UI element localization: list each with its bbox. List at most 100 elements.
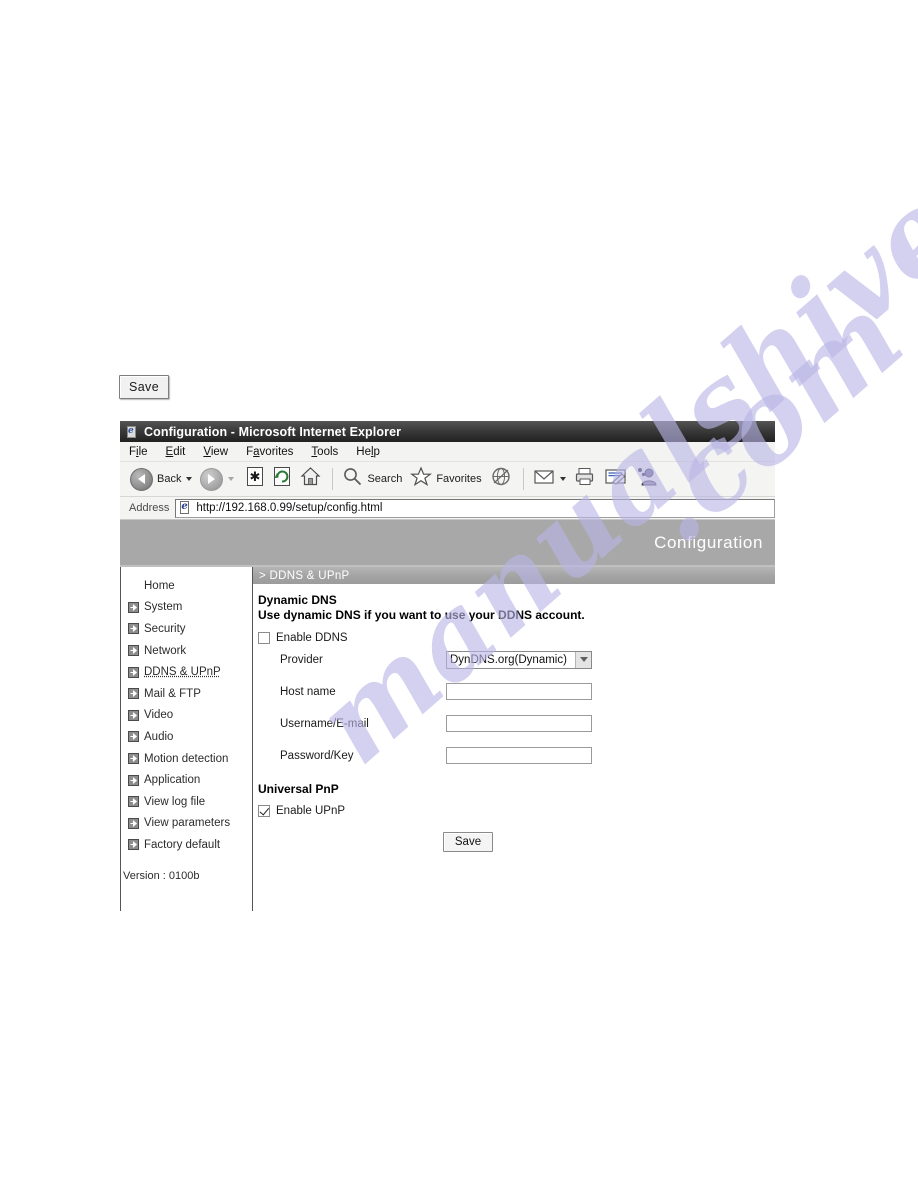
form-save-button-label: Save — [454, 836, 482, 848]
provider-select-value: DynDNS.org(Dynamic) — [450, 653, 567, 666]
enable-upnp-checkbox[interactable] — [258, 805, 270, 817]
printer-icon — [574, 466, 596, 492]
web-page-content: Configuration Home System Security Netwo… — [120, 520, 775, 932]
sidebar-item-label: Video — [144, 709, 174, 722]
refresh-button[interactable] — [270, 465, 295, 493]
home-button[interactable] — [297, 465, 324, 493]
sidebar-item-mail-ftp[interactable]: Mail & FTP — [121, 683, 252, 705]
forward-button[interactable] — [197, 465, 241, 493]
menu-item-tools[interactable]: Tools — [311, 446, 338, 458]
password-key-input[interactable] — [446, 747, 592, 764]
history-button[interactable] — [487, 465, 515, 493]
username-email-label: Username/E-mail — [280, 717, 369, 730]
edit-page-icon — [604, 466, 628, 492]
arrow-right-icon — [128, 645, 139, 657]
sidebar-item-view-parameters[interactable]: View parameters — [121, 813, 252, 835]
sidebar-item-security[interactable]: Security — [121, 618, 252, 640]
sidebar-item-label: Audio — [144, 730, 174, 743]
enable-ddns-label: Enable DDNS — [276, 631, 348, 644]
host-name-label: Host name — [280, 685, 336, 698]
password-key-row: Password/Key — [258, 740, 775, 772]
chevron-down-icon-mail[interactable] — [559, 477, 566, 481]
menu-item-favorites[interactable]: Favorites — [246, 446, 293, 458]
host-name-row: Host name — [258, 676, 775, 708]
sidebar-item-motion-detection[interactable]: Motion detection — [121, 748, 252, 770]
chevron-down-icon[interactable] — [575, 651, 591, 668]
enable-ddns-checkbox[interactable] — [258, 631, 270, 644]
sidebar-item-label: View log file — [144, 795, 206, 808]
menu-bar: File Edit View Favorites Tools Help — [120, 442, 775, 462]
search-button[interactable]: Search — [339, 465, 405, 493]
sidebar-navigation: Home System Security Network DDNS & UPnP — [120, 567, 253, 911]
ddns-upnp-form: Dynamic DNS Use dynamic DNS if you want … — [253, 584, 775, 817]
mail-icon — [533, 466, 555, 492]
sidebar-item-label: Home — [144, 579, 175, 592]
address-bar: Address e http://192.168.0.99/setup/conf… — [120, 497, 775, 520]
arrow-right-icon — [128, 623, 139, 635]
address-label: Address — [129, 502, 170, 514]
arrow-right-icon — [128, 817, 139, 829]
page-save-button[interactable]: Save — [119, 375, 169, 399]
arrow-right-icon — [128, 688, 139, 700]
provider-select[interactable]: DynDNS.org(Dynamic) — [446, 650, 592, 669]
sidebar-item-view-log-file[interactable]: View log file — [121, 791, 252, 813]
stop-button[interactable]: ✱ — [243, 465, 268, 493]
enable-ddns-row[interactable]: Enable DDNS — [258, 631, 775, 644]
mail-button[interactable] — [530, 465, 569, 493]
sidebar-item-label: Network — [144, 644, 187, 657]
print-button[interactable] — [571, 465, 599, 493]
menu-item-edit[interactable]: Edit — [166, 446, 186, 458]
favorites-button[interactable]: Favorites — [407, 465, 484, 493]
dynamic-dns-description: Use dynamic DNS if you want to use your … — [258, 607, 585, 622]
messenger-button[interactable] — [633, 465, 662, 493]
arrow-right-icon — [128, 731, 139, 743]
back-arrow-icon — [130, 467, 153, 491]
sidebar-item-audio[interactable]: Audio — [121, 726, 252, 748]
sidebar-item-label: Application — [144, 774, 201, 787]
sidebar-item-home[interactable]: Home — [121, 575, 252, 597]
search-icon — [342, 466, 363, 492]
arrow-right-icon — [128, 774, 139, 786]
host-name-input[interactable] — [446, 683, 592, 700]
sidebar-item-system[interactable]: System — [121, 597, 252, 619]
provider-row: Provider DynDNS.org(Dynamic) — [258, 644, 775, 676]
password-key-label: Password/Key — [280, 749, 354, 762]
arrow-right-icon — [128, 839, 139, 851]
address-input[interactable]: e http://192.168.0.99/setup/config.html — [175, 498, 775, 518]
sidebar-item-label: System — [144, 601, 183, 614]
sidebar-item-video[interactable]: Video — [121, 705, 252, 727]
star-icon — [410, 466, 433, 492]
page-title: Configuration — [654, 532, 763, 552]
messenger-person-icon — [636, 466, 659, 492]
sidebar-item-application[interactable]: Application — [121, 769, 252, 791]
arrow-right-icon — [128, 601, 139, 613]
sidebar-item-label: Factory default — [144, 838, 221, 851]
window-title: Configuration - Microsoft Internet Explo… — [144, 424, 402, 439]
sidebar-item-factory-default[interactable]: Factory default — [121, 834, 252, 856]
back-button[interactable]: Back — [127, 465, 195, 493]
arrow-right-icon — [128, 709, 139, 721]
forward-arrow-icon — [200, 467, 224, 491]
main-panel: > DDNS & UPnP Dynamic DNS Use dynamic DN… — [253, 567, 775, 930]
menu-item-help[interactable]: Help — [356, 446, 380, 458]
enable-upnp-row[interactable]: Enable UPnP — [258, 805, 775, 817]
toolbar-separator — [332, 468, 334, 490]
universal-pnp-heading: Universal PnP — [258, 781, 339, 796]
arrow-right-icon — [128, 796, 139, 808]
arrow-right-icon — [128, 753, 139, 765]
sidebar-item-ddns-upnp[interactable]: DDNS & UPnP — [121, 661, 252, 683]
edit-button[interactable] — [601, 465, 631, 493]
browser-window: e Configuration - Microsoft Internet Exp… — [120, 421, 775, 933]
browser-toolbar: Back ✱ Search Favorites — [120, 462, 775, 497]
username-email-input[interactable] — [446, 715, 592, 732]
sidebar-item-network[interactable]: Network — [121, 640, 252, 662]
menu-item-view[interactable]: View — [203, 446, 228, 458]
svg-text:✱: ✱ — [250, 470, 261, 485]
arrow-right-icon — [128, 666, 139, 678]
menu-item-file[interactable]: File — [129, 446, 148, 458]
chevron-down-icon[interactable] — [186, 477, 193, 481]
refresh-icon — [273, 466, 292, 492]
internet-explorer-page-icon: e — [125, 425, 139, 439]
form-save-button[interactable]: Save — [443, 832, 493, 852]
page-banner: Configuration — [120, 520, 775, 567]
